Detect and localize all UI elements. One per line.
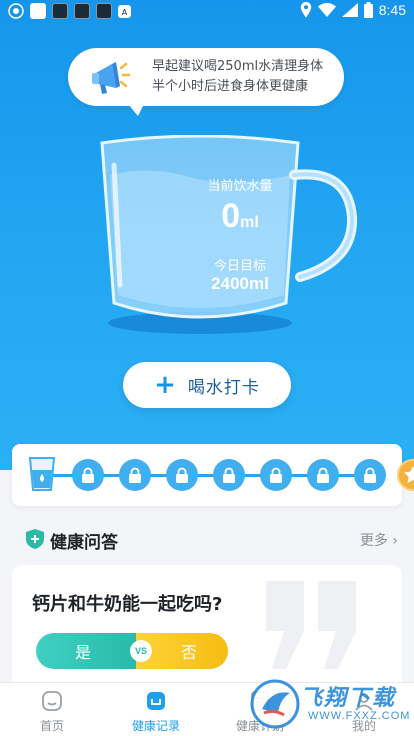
vote-yes-button[interactable]: 是 [36,633,144,669]
plus-icon: + [154,370,176,400]
qa-title: 健康问答 [50,533,118,553]
nav-item-health-record[interactable]: 健康记录 [104,683,208,736]
app-notification-icon [8,3,24,19]
glass-illustration [100,135,358,334]
watermark-url: WWW.FXXZ.COM [308,710,411,722]
checkin-label: 喝水打卡 [187,377,260,398]
lock-icon [317,467,329,483]
lock-icon [223,467,235,483]
location-icon [300,2,311,18]
shield-plus-icon [26,529,44,549]
battery-icon [363,2,373,18]
current-intake-label: 当前饮水量 [207,179,273,194]
reward-milestone [397,459,414,491]
app-notification-icon [74,3,90,19]
signal-icon [341,3,358,17]
daily-goal-value: 2400ml [211,274,269,293]
status-bar: A 8:45 [0,0,414,24]
locked-milestone [166,459,198,491]
wifi-icon [317,3,336,17]
lock-icon [82,467,94,483]
status-icons-right: 8:45 [300,2,406,18]
lock-icon [176,467,188,483]
qa-more-link[interactable]: 更多 › [360,530,398,550]
watermark-logo [250,679,300,729]
lock-icon [129,467,141,483]
tip-line-1: 早起建议喝250ml水清理身体 [152,59,324,74]
drink-progress-card [12,444,414,506]
watermark: 飞翔下载 WWW.FXXZ.COM [248,676,411,732]
locked-milestone [72,459,104,491]
cup-icon [28,457,56,491]
home-icon [42,691,62,711]
tip-line-2: 半个小时后进食身体更健康 [152,79,309,94]
lock-icon [270,467,282,483]
water-glass: 当前饮水量 0ml 今日目标 2400ml [90,135,360,340]
record-icon [147,692,165,710]
status-icons-left: A [8,3,131,19]
nav-label-home: 首页 [39,719,64,733]
locked-milestone [307,459,339,491]
app-notification-icon [52,3,68,19]
daily-goal-label: 今日目标 [213,259,266,274]
chevron-right-icon: › [392,533,398,549]
locked-milestone [119,459,151,491]
locked-milestone [260,459,292,491]
quote-mark-icon [266,581,356,669]
app-notification-icon [96,3,112,19]
nav-item-home[interactable]: 首页 [0,683,104,736]
megaphone-icon [92,62,131,94]
watermark-title: 飞翔下载 [300,686,397,711]
app-notification-icon [30,3,46,19]
vote-control: 是 否 VS [36,633,228,669]
star-icon [404,466,414,483]
drink-checkin-button[interactable]: + 喝水打卡 [123,362,291,408]
locked-milestone [213,459,245,491]
lock-icon [364,467,376,483]
nav-label-health-record: 健康记录 [131,719,180,733]
vs-badge: VS [130,640,152,662]
locked-milestone [354,459,386,491]
tip-bubble: 早起建议喝250ml水清理身体 半个小时后进食身体更健康 [68,48,344,116]
qa-section-header: 健康问答 更多 › [26,528,398,553]
question-text: 钙片和牛奶能一起吃吗? [32,594,223,615]
current-intake-value: 0ml [221,197,259,235]
notification-letter-icon: A [118,4,131,18]
tip-text: 早起建议喝250ml水清理身体 半个小时后进食身体更健康 [152,57,342,97]
status-time: 8:45 [378,2,406,18]
